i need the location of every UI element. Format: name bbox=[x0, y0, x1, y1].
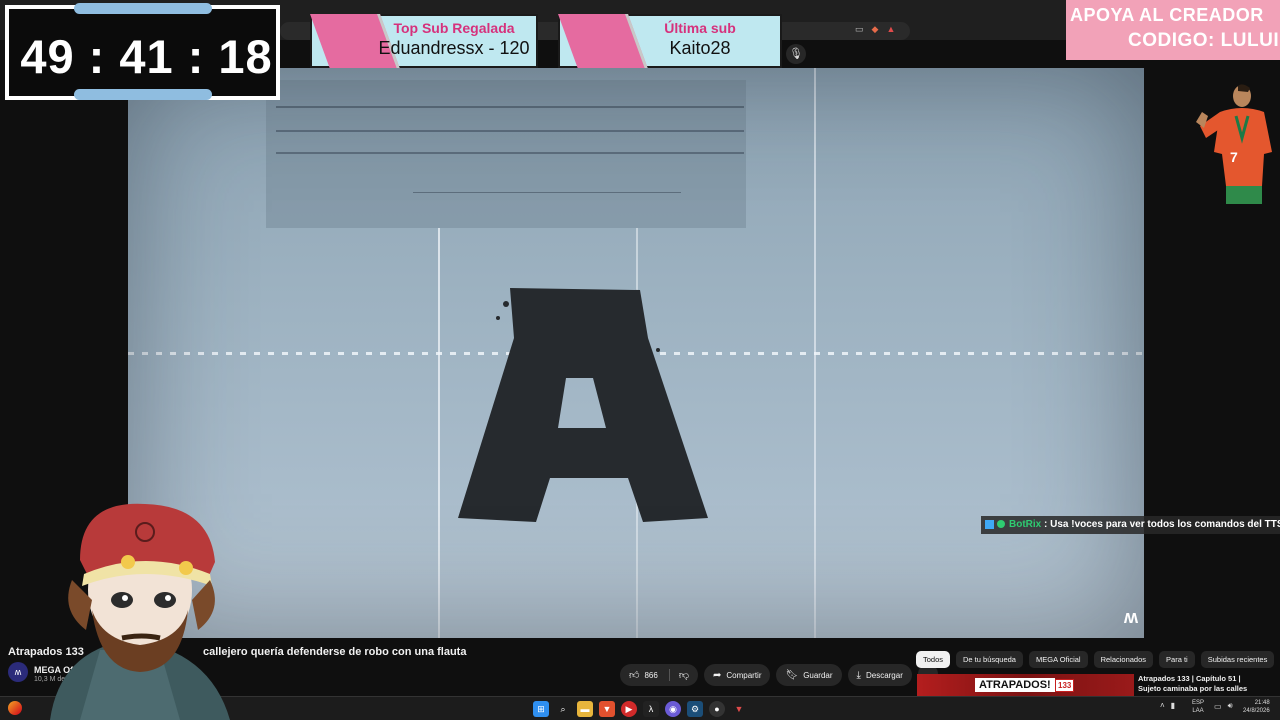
clock-time: 21:48 bbox=[1254, 700, 1270, 706]
share-label: Compartir bbox=[726, 670, 762, 680]
recommended-title-line2[interactable]: Sujeto caminaba por las calles bbox=[1138, 684, 1247, 693]
discord-icon[interactable]: ◉ bbox=[665, 701, 681, 717]
timer-cap-bottom bbox=[74, 89, 212, 100]
download-label: Descargar bbox=[865, 670, 903, 680]
thumbs-down-icon[interactable]: 👎︎ bbox=[679, 669, 689, 681]
warning-icon[interactable]: ▲ bbox=[886, 24, 895, 35]
taskbar-apps: ⊞ ⌕ ▬ ▼ ▶ λ ◉ ⚙ ● ▼ bbox=[533, 701, 747, 717]
obs-icon[interactable]: ● bbox=[709, 701, 725, 717]
soccer-player-sticker: 7 bbox=[1196, 84, 1272, 204]
volume-icon[interactable]: 🔊︎ bbox=[1228, 701, 1233, 711]
language-indicator[interactable]: ESP LAA bbox=[1192, 699, 1204, 715]
steam-icon[interactable]: ⚙ bbox=[687, 701, 703, 717]
last-sub-value: Kaito28 bbox=[669, 38, 731, 58]
timer-value: 49 : 41 : 18 bbox=[20, 30, 273, 83]
folder-icon[interactable]: ▬ bbox=[577, 701, 593, 717]
chip-mega-oficial[interactable]: MEGA Oficial bbox=[1028, 651, 1088, 668]
battery-icon[interactable]: ▮ bbox=[1171, 701, 1175, 710]
support-creator-banner: APOYA AL CREADOR CODIGO: LULUI bbox=[1066, 0, 1280, 60]
like-button[interactable]: 👍︎ 866 👎︎ bbox=[620, 664, 698, 686]
save-label: Guardar bbox=[803, 670, 833, 680]
support-line1: APOYA AL CREADOR bbox=[1070, 5, 1264, 25]
streamer-avatar bbox=[50, 503, 230, 720]
system-tray: ˄ ▮ bbox=[1160, 701, 1175, 710]
chevron-up-icon[interactable]: ˄ bbox=[1160, 701, 1165, 710]
terminal-icon[interactable]: λ bbox=[643, 701, 659, 717]
download-button[interactable]: ⤓ Descargar bbox=[847, 664, 912, 686]
chip-de-tu-busqueda[interactable]: De tu búsqueda bbox=[956, 651, 1023, 668]
app-icon[interactable]: ▼ bbox=[731, 701, 747, 717]
verified-badge-icon bbox=[997, 520, 1005, 529]
last-sub-banner: Última sub Kaito28 bbox=[558, 14, 782, 68]
video-vignette bbox=[128, 68, 1144, 638]
brave-browser-icon[interactable]: ▼ bbox=[599, 701, 615, 717]
thumbs-up-icon: 👍︎ bbox=[629, 670, 640, 681]
lang-layout: LAA bbox=[1192, 708, 1204, 714]
svg-text:7: 7 bbox=[1230, 149, 1238, 165]
chip-relacionados[interactable]: Relacionados bbox=[1093, 651, 1154, 668]
search-icon[interactable]: ⌕ bbox=[555, 701, 571, 717]
last-sub-title: Última sub bbox=[664, 20, 736, 36]
thumbnail-number: 133 bbox=[1055, 679, 1075, 692]
recommended-title-line1[interactable]: Atrapados 133 | Capítulo 51 | bbox=[1138, 674, 1241, 683]
like-count: 866 bbox=[644, 670, 658, 680]
timer-cap-top bbox=[74, 3, 212, 14]
chat-message: BotRix : Usa !voces para ver todos los c… bbox=[981, 516, 1280, 534]
windows-start-icon[interactable]: ⊞ bbox=[533, 701, 549, 717]
bookmark-icon: 🔖︎ bbox=[785, 669, 799, 681]
chat-text: : Usa !voces para ver todos los comandos… bbox=[1044, 519, 1280, 530]
voice-search-icon[interactable]: 🎙 bbox=[786, 44, 806, 64]
clock-date: 24/8/2026 bbox=[1243, 708, 1270, 714]
botrix-icon bbox=[985, 519, 994, 529]
top-sub-title: Top Sub Regalada bbox=[393, 20, 515, 36]
top-sub-value: Eduandressx - 120 bbox=[378, 38, 530, 58]
taskbar-clock[interactable]: 21:48 24/8/2026 bbox=[1243, 699, 1270, 715]
recommendation-chips: Todos De tu búsqueda MEGA Oficial Relaci… bbox=[916, 651, 1280, 668]
download-icon: ⤓ bbox=[856, 669, 861, 681]
mega-watermark-icon: ʍ bbox=[1123, 607, 1138, 627]
chip-subidas-recientes[interactable]: Subidas recientes bbox=[1200, 651, 1275, 668]
top-sub-banner: Top Sub Regalada Eduandressx - 120 bbox=[310, 14, 538, 68]
cast-icon[interactable]: ▭ bbox=[855, 24, 864, 35]
youtube-music-icon[interactable]: ▶ bbox=[621, 701, 637, 717]
share-icon: ➦ bbox=[712, 669, 722, 681]
support-line2: CODIGO: LULUI bbox=[1128, 30, 1280, 51]
browser-toolbar-icons: ▭ ◆ ▲ bbox=[855, 24, 895, 35]
video-player[interactable]: ʍ bbox=[128, 68, 1144, 638]
stream-timer: 49 : 41 : 18 bbox=[5, 5, 280, 100]
chip-todos[interactable]: Todos bbox=[916, 651, 951, 668]
lang-code: ESP bbox=[1192, 700, 1205, 706]
chat-username: BotRix bbox=[1009, 519, 1042, 530]
chip-para-ti[interactable]: Para ti bbox=[1159, 651, 1195, 668]
monitor-icon[interactable]: ▭ bbox=[1214, 702, 1222, 711]
thumbnail-title: ATRAPADOS! bbox=[975, 678, 1055, 692]
stream-screen: ▭ ◆ ▲ 🎙 ʍ 49 : 41 : 18 Top Sub Regalada … bbox=[0, 0, 1280, 720]
system-tray-icons: ▭ 🔊︎ bbox=[1214, 701, 1233, 711]
extension-icon[interactable]: ◆ bbox=[872, 24, 879, 35]
share-button[interactable]: ➦ Compartir bbox=[703, 664, 771, 686]
save-button[interactable]: 🔖︎ Guardar bbox=[776, 664, 842, 686]
video-actions: 👍︎ 866 👎︎ ➦ Compartir 🔖︎ Guardar ⤓ Desca… bbox=[620, 664, 938, 686]
